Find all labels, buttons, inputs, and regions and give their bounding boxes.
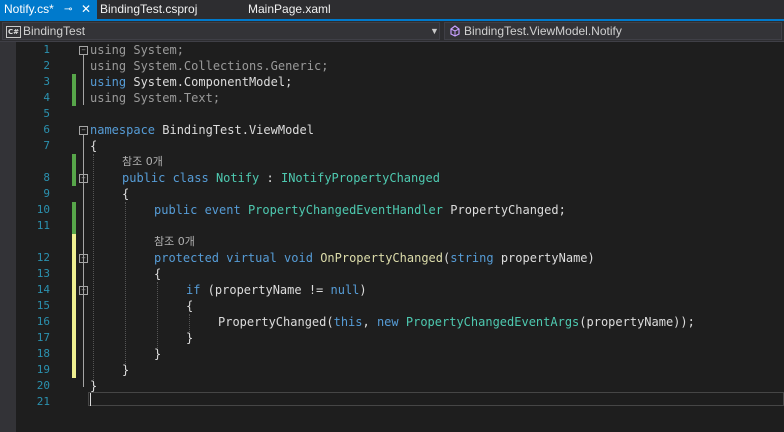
code-line[interactable]: 12 − protected virtual void OnPropertyCh… xyxy=(16,250,784,266)
code-line[interactable]: 14 − if (propertyName != null) xyxy=(16,282,784,298)
navigation-bar: C# BindingTest ▼ BindingTest.ViewModel.N… xyxy=(0,21,784,42)
code-line[interactable]: 10 public event PropertyChangedEventHand… xyxy=(16,202,784,234)
code-text: using System.ComponentModel; xyxy=(90,75,293,89)
code-text: { xyxy=(90,139,98,153)
code-line[interactable]: 4 using System.Text; xyxy=(16,90,784,106)
code-text: PropertyChanged(this, new PropertyChange… xyxy=(218,315,695,329)
project-name: BindingTest xyxy=(23,24,86,38)
line-number: 9 xyxy=(43,187,50,200)
code-text: } xyxy=(186,331,194,345)
tab-label: Notify.cs* xyxy=(4,2,54,16)
code-text: namespace BindingTest.ViewModel xyxy=(90,123,314,137)
close-icon[interactable]: ✕ xyxy=(81,0,91,19)
code-text: public class Notify : INotifyPropertyCha… xyxy=(122,171,440,185)
document-tab-bar: Notify.cs* ⊸ ✕ BindingTest.csproj MainPa… xyxy=(0,0,784,21)
collapse-icon[interactable]: − xyxy=(79,46,88,55)
collapse-icon[interactable]: − xyxy=(79,126,88,135)
code-text: { xyxy=(154,267,162,281)
code-line[interactable]: 6 − namespace BindingTest.ViewModel xyxy=(16,122,784,138)
code-line[interactable]: 8 − public class Notify : INotifyPropert… xyxy=(16,170,784,186)
line-number: 19 xyxy=(36,363,50,376)
line-number: 4 xyxy=(43,91,50,104)
change-marker xyxy=(72,90,76,106)
line-number: 2 xyxy=(43,59,50,72)
code-text: using System; xyxy=(90,43,184,57)
code-text: using System.Text; xyxy=(90,91,221,105)
pin-icon[interactable]: ⊸ xyxy=(64,0,72,19)
line-number: 14 xyxy=(36,283,50,296)
member-name: BindingTest.ViewModel.Notify xyxy=(464,24,622,38)
tab-label: BindingTest.csproj xyxy=(100,2,198,16)
code-line[interactable]: 15 { xyxy=(16,298,784,314)
code-line[interactable]: 13 { xyxy=(16,266,784,282)
csharp-project-icon: C# xyxy=(6,26,21,38)
line-number: 16 xyxy=(36,315,50,328)
collapse-icon[interactable]: − xyxy=(79,286,88,295)
line-number: 5 xyxy=(43,107,50,120)
indicator-margin xyxy=(0,42,16,432)
chevron-down-icon[interactable]: ▼ xyxy=(430,23,439,40)
line-number: 10 xyxy=(36,203,50,216)
line-number: 18 xyxy=(36,347,50,360)
codelens-row: 참조 0개 xyxy=(16,154,784,186)
codelens-references[interactable]: 참조 0개 xyxy=(122,154,163,170)
code-editor[interactable]: 1 − using System; 2 using System.Collect… xyxy=(16,42,784,432)
code-line[interactable]: 11 xyxy=(16,218,784,234)
code-line[interactable]: 18 } xyxy=(16,346,784,362)
code-line[interactable]: 1 − using System; xyxy=(16,42,784,58)
line-number: 7 xyxy=(43,139,50,152)
code-line[interactable]: 19 } xyxy=(16,362,784,378)
codelens-row: 참조 0개 xyxy=(16,234,784,378)
line-number: 17 xyxy=(36,331,50,344)
tab-mainpage-xaml[interactable]: MainPage.xaml xyxy=(248,0,331,19)
code-text: { xyxy=(186,299,194,313)
text-caret xyxy=(90,393,91,406)
member-dropdown[interactable]: BindingTest.ViewModel.Notify xyxy=(444,22,782,40)
code-text: using System.Collections.Generic; xyxy=(90,59,329,73)
code-text: } xyxy=(122,363,130,377)
line-number: 15 xyxy=(36,299,50,312)
code-line[interactable]: 5 xyxy=(16,106,784,122)
code-line[interactable]: 16 PropertyChanged(this, new PropertyCha… xyxy=(16,314,784,330)
class-icon xyxy=(449,25,461,37)
code-text: public event PropertyChangedEventHandler… xyxy=(154,203,566,217)
code-text: } xyxy=(154,347,162,361)
code-text: protected virtual void OnPropertyChanged… xyxy=(154,251,595,265)
line-number: 1 xyxy=(43,43,50,56)
line-number: 21 xyxy=(36,395,50,408)
line-number: 8 xyxy=(43,171,50,184)
tab-bindingtest-csproj[interactable]: BindingTest.csproj xyxy=(100,0,197,19)
line-number: 6 xyxy=(43,123,50,136)
tab-notify-cs[interactable]: Notify.cs* ⊸ ✕ xyxy=(0,0,97,19)
line-number: 12 xyxy=(36,251,50,264)
code-line[interactable]: 7 { xyxy=(16,138,784,154)
tab-label: MainPage.xaml xyxy=(248,2,331,16)
line-number: 13 xyxy=(36,267,50,280)
code-text: if (propertyName != null) xyxy=(186,283,367,297)
code-line[interactable]: 17 } xyxy=(16,330,784,346)
change-marker xyxy=(72,74,76,90)
code-text: { xyxy=(122,187,130,201)
code-line[interactable]: 9 { xyxy=(16,186,784,202)
codelens-references[interactable]: 참조 0개 xyxy=(154,234,195,250)
collapse-icon[interactable]: − xyxy=(79,254,88,263)
code-line[interactable]: 2 using System.Collections.Generic; xyxy=(16,58,784,74)
current-line-highlight xyxy=(88,392,784,406)
line-number: 3 xyxy=(43,75,50,88)
code-line[interactable]: 3 using System.ComponentModel; xyxy=(16,74,784,90)
collapse-icon[interactable]: − xyxy=(79,174,88,183)
line-number: 11 xyxy=(36,219,50,232)
project-dropdown[interactable]: C# BindingTest ▼ xyxy=(2,22,440,40)
line-number: 20 xyxy=(36,379,50,392)
